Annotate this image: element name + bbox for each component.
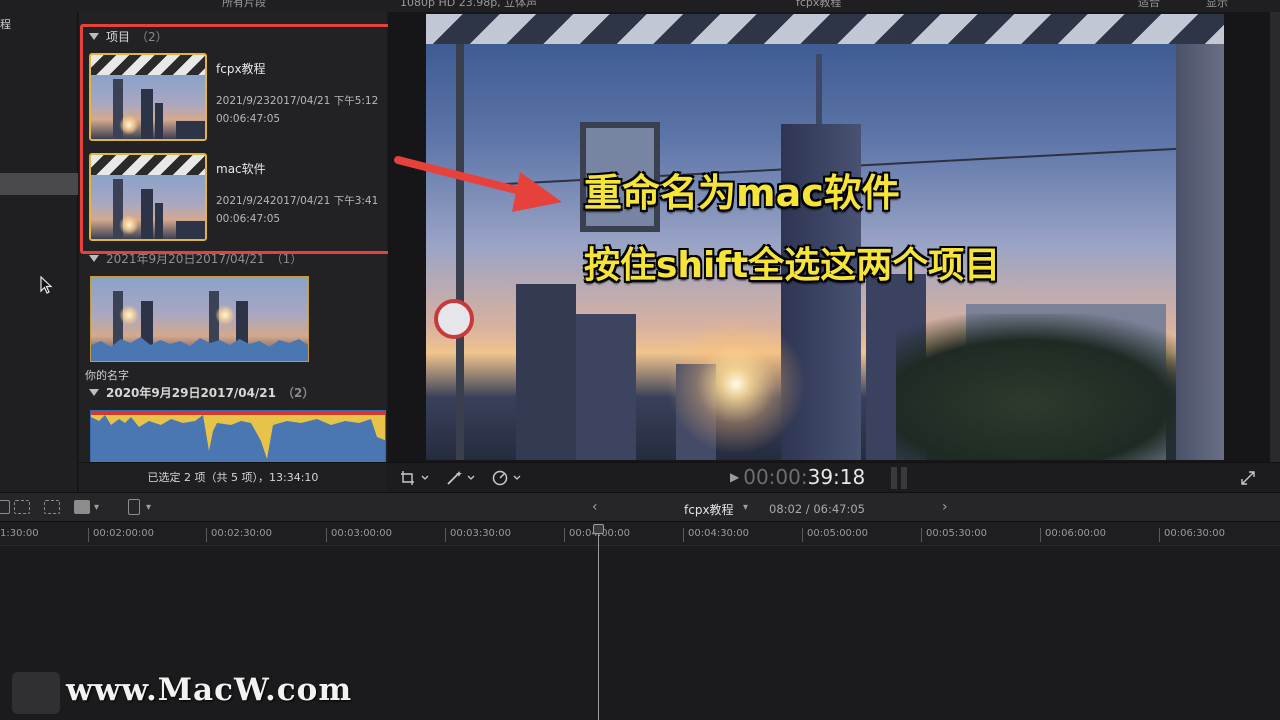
ruler-tick-label: 00:03:00:00 [331, 528, 393, 539]
ruler-tick-label: 00:02:30:00 [211, 528, 273, 539]
format-label: 1080p HD 23.98p, 立体声 [400, 0, 538, 9]
group-count: （1） [270, 252, 303, 266]
library-sidebar: 程 [0, 12, 78, 492]
sun-flare [666, 314, 806, 454]
watermark: www.MacW.com [66, 672, 353, 708]
viewer-scrollbar[interactable] [1270, 12, 1280, 462]
ruler-tick-label: 00:04:30:00 [688, 528, 750, 539]
chevron-down-icon[interactable]: ▾ [743, 502, 748, 513]
timecode-display[interactable]: ▶ 00:00:39:18 [730, 465, 865, 489]
audio-waveform [91, 337, 308, 361]
crop-tool-icon[interactable] [400, 470, 434, 486]
timeline-duration: 08:02 / 06:47:05 [769, 502, 865, 516]
append-clip-icon[interactable] [44, 500, 60, 514]
viewer-toolbar: ▶ 00:00:39:18 [388, 462, 1280, 492]
ruler-tick-label: 1:30:00 [0, 528, 39, 539]
sidebar-item-label[interactable]: 程 [0, 16, 11, 32]
timecode-main: 39:18 [807, 465, 866, 489]
viewer-frame: 重命名为mac软件 按住shift全选这两个项目 [426, 14, 1224, 460]
group-title: 2020年9月29日2017/04/21 [106, 386, 277, 400]
play-icon[interactable]: ▶ [730, 470, 739, 484]
disclosure-triangle-icon[interactable] [89, 255, 99, 262]
no-parking-sign-icon [434, 299, 474, 339]
chevron-down-icon[interactable]: ▾ [94, 502, 99, 513]
caption-line-1: 重命名为mac软件 [584, 171, 900, 215]
ruler-tick-label: 00:05:30:00 [926, 528, 988, 539]
playhead-handle[interactable] [593, 524, 604, 534]
audio-meter [891, 467, 897, 489]
speed-gauge-icon[interactable] [492, 470, 526, 486]
clip-filmstrip[interactable] [90, 276, 309, 362]
playhead[interactable] [598, 524, 599, 720]
audio-clip[interactable] [90, 410, 386, 462]
viewer[interactable]: 重命名为mac软件 按住shift全选这两个项目 [388, 12, 1280, 462]
audio-meter [901, 467, 907, 489]
viewer-project-label: fcpx教程 [796, 0, 842, 9]
clip-filter-label[interactable]: 所有片段 [222, 0, 266, 10]
mouse-cursor-icon [40, 276, 53, 294]
chevron-right-icon[interactable]: › [942, 499, 948, 515]
highlight-box [80, 24, 391, 254]
group-header-2020[interactable]: 2020年9月29日2017/04/21 （2） [89, 384, 314, 401]
enhance-wand-icon[interactable] [446, 470, 480, 486]
group-title: 2021年9月20日2017/04/21 [106, 252, 265, 266]
timecode-dim: 00:00: [743, 465, 808, 489]
ruler-tick-label: 00:02:00:00 [93, 528, 155, 539]
connect-clip-icon[interactable] [0, 500, 10, 514]
caption-line-2: 按住shift全选这两个项目 [584, 245, 1001, 286]
clip-tool-icon[interactable] [128, 499, 140, 515]
clip-name[interactable]: 你的名字 [85, 367, 129, 383]
top-strip: 所有片段 1080p HD 23.98p, 立体声 fcpx教程 适合 显示 [0, 0, 1280, 12]
red-arrow-annotation [394, 156, 562, 212]
ruler-tick-label: 00:06:30:00 [1164, 528, 1226, 539]
overwrite-clip-icon[interactable] [74, 500, 90, 514]
macw-logo-icon [12, 672, 60, 714]
chevron-down-icon[interactable]: ▾ [146, 502, 151, 513]
sidebar-selected-item[interactable] [0, 173, 78, 195]
zoom-fit-label[interactable]: 适合 [1138, 0, 1160, 10]
clapper-overlay [426, 14, 1224, 44]
disclosure-triangle-icon[interactable] [89, 389, 99, 396]
audio-waveform [91, 415, 385, 462]
group-count: （2） [282, 386, 315, 400]
timeline-ruler[interactable]: 1:30:00 00:02:00:00 00:02:30:00 00:03:00… [0, 522, 1280, 546]
timeline-header: ▾ ▾ ‹ fcpx教程 ▾ 08:02 / 06:47:05 › [0, 492, 1280, 522]
display-label[interactable]: 显示 [1206, 0, 1228, 10]
fullscreen-icon[interactable] [1240, 470, 1256, 486]
ruler-tick-label: 00:03:30:00 [450, 528, 512, 539]
ruler-tick-label: 00:05:00:00 [807, 528, 869, 539]
selection-status: 已选定 2 项（共 5 项），13:34:10 [79, 462, 387, 492]
timeline-project-title[interactable]: fcpx教程 [684, 501, 734, 518]
chevron-left-icon[interactable]: ‹ [592, 499, 598, 515]
ruler-tick-label: 00:06:00:00 [1045, 528, 1107, 539]
insert-clip-icon[interactable] [14, 500, 30, 514]
